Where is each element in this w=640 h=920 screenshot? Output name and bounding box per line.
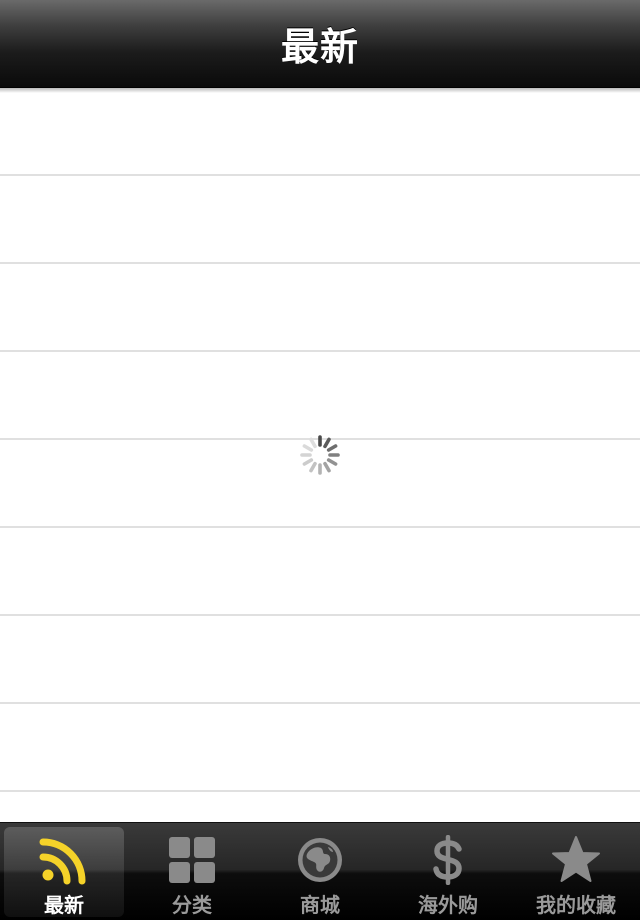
tab-favorites[interactable]: 我的收藏 bbox=[516, 827, 636, 917]
tab-label: 商城 bbox=[300, 893, 340, 917]
navbar-shadow bbox=[0, 88, 640, 93]
tab-latest[interactable]: 最新 bbox=[4, 827, 124, 917]
tab-label: 我的收藏 bbox=[536, 893, 616, 917]
star-icon bbox=[552, 836, 600, 882]
tab-category[interactable]: 分类 bbox=[132, 827, 252, 917]
tab-label: 分类 bbox=[172, 893, 212, 917]
tab-label: 海外购 bbox=[418, 893, 478, 917]
grid-icon bbox=[169, 837, 215, 883]
list-row[interactable] bbox=[0, 616, 640, 704]
page-title: 最新 bbox=[280, 25, 359, 69]
list-row[interactable] bbox=[0, 176, 640, 264]
tab-overseas[interactable]: 海外购 bbox=[388, 827, 508, 917]
dollar-icon bbox=[433, 835, 462, 885]
rss-icon bbox=[39, 838, 86, 885]
loading-spinner-icon bbox=[300, 435, 340, 475]
list-row[interactable] bbox=[0, 528, 640, 616]
list-row[interactable] bbox=[0, 88, 640, 176]
list-row[interactable] bbox=[0, 264, 640, 352]
tab-mall[interactable]: 商城 bbox=[260, 827, 380, 917]
tab-bar: 最新 分类 商城 海外购 我的收藏 bbox=[0, 822, 640, 920]
tab-label: 最新 bbox=[44, 893, 84, 917]
navigation-bar: 最新 bbox=[0, 0, 640, 88]
globe-icon bbox=[298, 838, 342, 882]
app-screen: 最新 最新 分类 商城 海外购 我的收藏 bbox=[0, 0, 640, 920]
list-row[interactable] bbox=[0, 352, 640, 440]
list-row[interactable] bbox=[0, 792, 640, 822]
list-row[interactable] bbox=[0, 704, 640, 792]
